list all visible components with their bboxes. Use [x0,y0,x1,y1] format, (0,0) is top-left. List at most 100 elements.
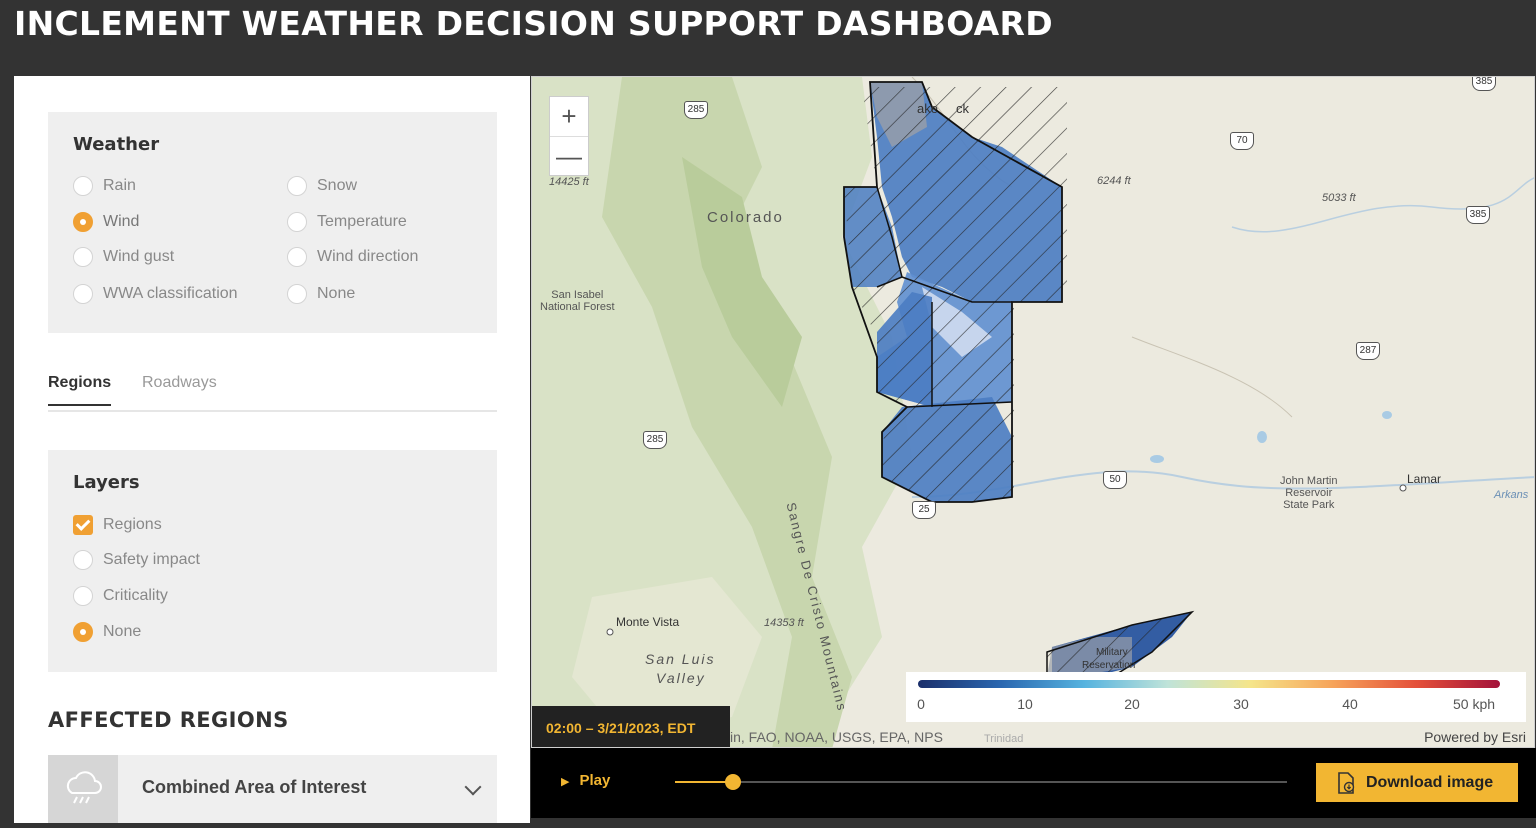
map-label-rock: ck [956,101,969,116]
radio-selected-icon[interactable] [73,212,93,232]
highway-shield: 385 [1466,206,1490,224]
legend-tick: 0 [917,696,925,712]
map-label-valley: Valley [656,670,706,686]
weather-option-snow[interactable]: Snow [287,176,357,196]
legend-color-bar [918,680,1500,688]
map-label-san-isabel-line2: National Forest [540,301,615,313]
map-label-john-martin-line3: State Park [1283,499,1335,511]
option-label: WWA classification [103,285,238,302]
download-file-icon [1338,771,1355,794]
option-label: Snow [317,177,358,194]
map-label-colorado: Colorado [707,209,784,226]
highway-shield: 285 [643,431,667,449]
play-button[interactable]: ▶ Play [561,772,610,789]
radio-icon[interactable] [73,586,93,606]
map-label-john-martin-line1: John Martin [1280,475,1338,487]
weather-option-wind-direction[interactable]: Wind direction [287,247,418,267]
layers-title: Layers [73,472,140,493]
animation-player: ▶ Play Download image [531,748,1536,818]
radio-icon[interactable] [287,212,307,232]
weather-option-wwa[interactable]: WWA classification [73,284,238,304]
map-elevation-4: 14353 ft [764,617,804,629]
legend-tick: 30 [1233,696,1249,712]
option-label: Regions [103,516,162,533]
option-label: None [317,285,356,302]
radio-icon[interactable] [287,284,307,304]
weather-option-rain[interactable]: Rain [73,176,136,196]
tab-roadways[interactable]: Roadways [142,374,217,392]
legend-tick: 40 [1342,696,1358,712]
highway-shield: 70 [1230,132,1254,150]
weather-option-none[interactable]: None [287,284,355,304]
powered-by-esri[interactable]: Powered by Esri [1424,729,1526,745]
weather-title: Weather [73,134,160,155]
option-label: Safety impact [103,551,200,568]
radio-icon[interactable] [73,550,93,570]
map-label-john-martin-line2: Reservoir [1285,487,1333,499]
radio-icon[interactable] [287,247,307,267]
map-basemap [532,77,1534,747]
legend-tick: 20 [1124,696,1140,712]
weather-option-wind[interactable]: Wind [73,212,139,232]
map-label-lamar: Lamar [1407,472,1442,486]
map-label-lake: ake [917,101,938,116]
option-label: Criticality [103,587,168,604]
affected-regions-title: AFFECTED REGIONS [48,708,289,732]
option-label: Wind direction [317,248,419,265]
layer-option-regions[interactable]: Regions [73,515,162,535]
storm-cloud-icon [48,755,118,823]
map-label-san-isabel: San Isabel National Forest [540,289,615,313]
zoom-control: + — [549,96,589,176]
map-elevation-3: 5033 ft [1322,192,1356,204]
timeline-slider[interactable] [675,774,1287,790]
radio-icon[interactable] [73,284,93,304]
weather-option-temperature[interactable]: Temperature [287,212,407,232]
radio-icon[interactable] [287,176,307,196]
highway-shield: 285 [684,101,708,119]
chevron-down-icon[interactable] [464,778,482,796]
option-label: None [103,623,142,640]
radio-icon[interactable] [73,247,93,267]
map-timestamp: 02:00 – 3/21/2023, EDT [532,706,730,747]
map-label-arkansas: Arkans [1494,489,1529,501]
timeline-handle[interactable] [725,774,741,790]
map-label-san-luis: San Luis [645,651,716,667]
option-label: Wind [103,213,140,230]
option-label: Temperature [317,213,407,230]
combined-area-accordion[interactable]: Combined Area of Interest [48,755,497,823]
checkbox-checked-icon[interactable] [73,515,93,535]
highway-shield: 25 [912,501,936,519]
layer-option-none[interactable]: None [73,622,141,642]
highway-shield: 385 [1472,77,1496,91]
download-label: Download image [1366,773,1494,791]
map-label-monte-vista: Monte Vista [616,615,680,629]
download-image-button[interactable]: Download image [1316,763,1518,802]
map-label-john-martin: John Martin Reservoir State Park [1280,475,1337,511]
sidebar: Weather Rain Snow Wind Temperature Wind … [14,76,530,823]
page-title: INCLEMENT WEATHER DECISION SUPPORT DASHB… [14,4,1053,43]
layer-option-safety-impact[interactable]: Safety impact [73,550,200,570]
wind-speed-legend: 0 10 20 30 40 50 kph [906,672,1526,722]
legend-tick: 50 kph [1452,696,1496,712]
accordion-label: Combined Area of Interest [142,777,367,797]
map-elevation-1: 14425 ft [549,176,589,188]
weather-option-wind-gust[interactable]: Wind gust [73,247,174,267]
zoom-in-button[interactable]: + [550,97,588,137]
map-label-reservation: Reservation [1082,660,1136,671]
zoom-out-button[interactable]: — [550,137,588,176]
tab-regions[interactable]: Regions [48,374,112,406]
tab-bar: Regions Roadways [48,372,497,412]
layer-option-criticality[interactable]: Criticality [73,586,168,606]
radio-icon[interactable] [73,176,93,196]
map-attribution: in, FAO, NOAA, USGS, EPA, NPS [730,729,943,745]
play-icon: ▶ [561,776,570,788]
play-label: Play [579,772,611,789]
radio-selected-icon[interactable] [73,622,93,642]
highway-shield: 50 [1103,471,1127,489]
weather-map[interactable]: + — Colorado San Isabel National Forest … [531,76,1535,748]
map-label-trinidad: Trinidad [984,733,1024,745]
option-label: Rain [103,177,136,194]
map-elevation-2: 6244 ft [1097,175,1131,187]
option-label: Wind gust [103,248,175,265]
legend-tick: 10 [1017,696,1033,712]
